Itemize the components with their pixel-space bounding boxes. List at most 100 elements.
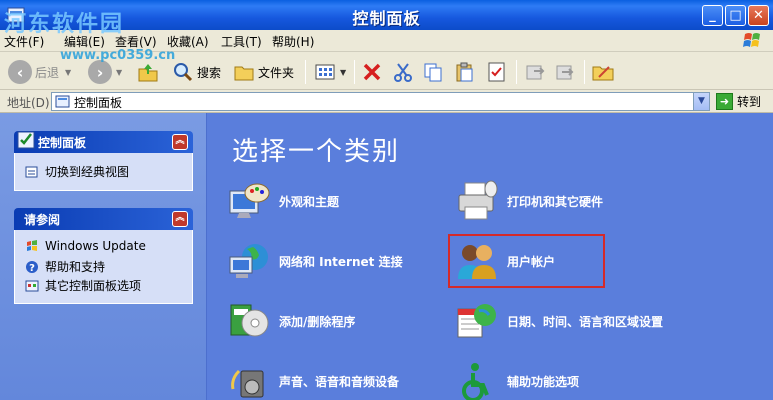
category-date-time[interactable]: 日期、时间、语言和区域设置 <box>455 299 663 343</box>
folder-options-icon <box>592 66 614 81</box>
delete-button[interactable] <box>361 59 383 85</box>
back-arrow-icon: ‹ <box>8 60 32 84</box>
collapse-icon[interactable]: ︽ <box>172 211 188 227</box>
forward-dropdown-icon: ▼ <box>116 67 123 77</box>
category-label: 辅助功能选项 <box>507 374 580 389</box>
up-folder-icon <box>138 64 158 82</box>
category-view: 选择一个类别 外观和主题 打印机和其它硬件 网络和 Internet 连接 用户… <box>206 113 773 400</box>
menu-edit[interactable]: 编辑(E) <box>64 33 105 50</box>
page-title: 选择一个类别 <box>232 137 401 167</box>
delete-icon <box>363 63 381 81</box>
category-printers[interactable]: 打印机和其它硬件 <box>455 179 603 223</box>
paste-button[interactable] <box>454 59 476 85</box>
views-icon <box>315 64 335 80</box>
properties-button[interactable] <box>486 59 508 85</box>
svg-text:?: ? <box>29 263 35 274</box>
classic-view-icon <box>25 166 38 177</box>
properties-icon <box>488 62 505 82</box>
search-button[interactable]: 搜索 <box>172 59 221 85</box>
network-icon <box>229 244 268 278</box>
cut-icon <box>394 63 412 82</box>
address-label: 地址(D) <box>7 96 50 110</box>
forward-button[interactable]: › ▼ <box>88 59 122 85</box>
menu-favorites[interactable]: 收藏(A) <box>167 33 209 50</box>
category-accessibility[interactable]: 辅助功能选项 <box>455 359 579 400</box>
add-remove-icon <box>230 304 269 337</box>
help-support-label: 帮助和支持 <box>45 260 106 274</box>
go-label: 转到 <box>737 95 762 109</box>
copy-to-icon <box>556 65 574 80</box>
windows-logo-icon <box>743 33 760 47</box>
address-field[interactable]: 控制面板 ▼ <box>51 92 710 111</box>
title-bar[interactable]: 控制面板 _ □ ✕ <box>0 0 773 30</box>
date-time-icon <box>457 304 496 338</box>
other-options-link[interactable]: 其它控制面板选项 <box>25 277 141 294</box>
category-label: 日期、时间、语言和区域设置 <box>507 314 664 329</box>
category-sound[interactable]: 声音、语音和音频设备 <box>227 359 399 400</box>
menu-bar: 文件(F) 编辑(E) 查看(V) 收藏(A) 工具(T) 帮助(H) <box>0 30 773 52</box>
help-support-link[interactable]: ? 帮助和支持 <box>25 258 105 275</box>
close-icon: ✕ <box>753 8 764 23</box>
category-label: 添加/删除程序 <box>279 314 356 329</box>
back-button[interactable]: ‹ 后退 ▼ <box>8 59 71 85</box>
folders-label: 文件夹 <box>258 65 295 80</box>
search-icon <box>174 63 193 82</box>
category-appearance[interactable]: 外观和主题 <box>227 179 339 223</box>
copy-icon <box>424 63 442 82</box>
control-panel-panel-icon <box>17 131 35 149</box>
see-also-panel-header[interactable]: 请参阅 ︽ <box>14 208 193 230</box>
other-options-icon <box>25 280 39 291</box>
menu-tools[interactable]: 工具(T) <box>221 33 262 50</box>
minimize-icon: _ <box>709 8 716 23</box>
maximize-icon: □ <box>729 8 742 23</box>
category-label: 网络和 Internet 连接 <box>279 254 403 269</box>
windows-update-icon <box>27 240 37 251</box>
forward-arrow-icon: › <box>88 60 112 84</box>
up-folder-button[interactable] <box>136 59 160 85</box>
switch-classic-view-label: 切换到经典视图 <box>45 165 130 179</box>
paste-icon <box>456 62 473 82</box>
accessibility-icon <box>462 363 489 400</box>
cut-button[interactable] <box>392 59 414 85</box>
appearance-icon <box>229 183 270 218</box>
printer-icon <box>458 180 498 220</box>
category-label: 外观和主题 <box>279 194 340 209</box>
close-button[interactable]: ✕ <box>748 5 769 26</box>
views-button[interactable]: ▼ <box>314 59 346 85</box>
control-panel-panel-body: 切换到经典视图 <box>14 153 193 191</box>
minimize-button[interactable]: _ <box>702 5 723 26</box>
windows-update-label: Windows Update <box>45 239 146 253</box>
category-label: 打印机和其它硬件 <box>507 194 604 209</box>
menu-help[interactable]: 帮助(H) <box>272 33 314 50</box>
see-also-panel-body: Windows Update ? 帮助和支持 其它控制面板选项 <box>14 230 193 304</box>
switch-classic-view-link[interactable]: 切换到经典视图 <box>25 163 129 180</box>
folders-button[interactable]: 文件夹 <box>233 59 294 85</box>
search-label: 搜索 <box>197 65 222 80</box>
address-value: 控制面板 <box>74 96 123 110</box>
back-label: 后退 <box>35 65 60 80</box>
highlight-box <box>448 234 605 288</box>
address-dropdown-icon[interactable]: ▼ <box>693 93 709 110</box>
back-dropdown-icon: ▼ <box>65 67 72 77</box>
go-arrow-icon: ➜ <box>716 93 733 110</box>
help-icon: ? <box>26 260 38 274</box>
menu-file[interactable]: 文件(F) <box>4 33 44 50</box>
move-to-button[interactable] <box>524 59 546 85</box>
windows-update-link[interactable]: Windows Update <box>25 239 146 253</box>
folders-icon <box>234 66 254 81</box>
views-dropdown-icon: ▼ <box>340 67 347 77</box>
maximize-button[interactable]: □ <box>725 5 746 26</box>
category-network[interactable]: 网络和 Internet 连接 <box>227 239 403 283</box>
copy-button[interactable] <box>422 59 444 85</box>
menu-view[interactable]: 查看(V) <box>115 33 157 50</box>
sound-icon <box>231 369 264 398</box>
window-title: 控制面板 <box>352 9 421 28</box>
go-button[interactable]: ➜ 转到 <box>716 92 761 111</box>
category-add-remove[interactable]: 添加/删除程序 <box>227 299 355 343</box>
address-bar: 地址(D) 控制面板 ▼ ➜ 转到 <box>0 90 773 113</box>
folder-options-button[interactable] <box>591 59 615 85</box>
collapse-icon[interactable]: ︽ <box>172 134 188 150</box>
control-panel-small-icon <box>55 95 70 108</box>
control-panel-panel-header[interactable]: 控制面板 ︽ <box>14 131 193 153</box>
copy-to-button[interactable] <box>554 59 576 85</box>
